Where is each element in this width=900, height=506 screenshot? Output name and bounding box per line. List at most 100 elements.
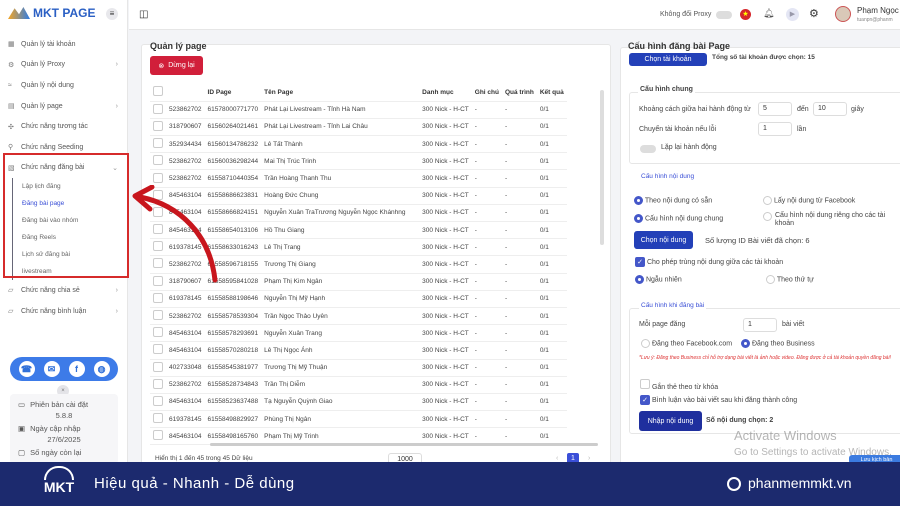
radio-existing-content[interactable]	[634, 196, 643, 205]
radio-facebook-content[interactable]	[763, 196, 772, 205]
radio-random[interactable]	[635, 275, 644, 284]
radio-common-content[interactable]	[634, 214, 643, 223]
table-row[interactable]: 318790607 61560264021461 Phát Lại Livestre…	[150, 118, 567, 137]
row-checkbox[interactable]	[153, 378, 163, 389]
delay-from-input[interactable]: 5	[758, 102, 792, 116]
column-header[interactable]: Kết quả	[536, 84, 567, 102]
table-row[interactable]: 845463104 61558570280218 Lê Thị Ngọc Ánh 30…	[150, 341, 567, 360]
table-cell: 0/1	[536, 359, 567, 377]
table-vscrollbar[interactable]	[600, 90, 604, 245]
row-checkbox[interactable]	[153, 292, 163, 303]
switch-account-label: Chuyển tài khoản nếu lỗi	[639, 126, 717, 133]
row-checkbox[interactable]	[153, 430, 163, 441]
sidebar-item[interactable]: ▤ Quản lý page ›	[0, 96, 128, 117]
comment-checkbox[interactable]: ✓	[640, 395, 650, 405]
choose-content-button[interactable]: Chọn nội dung	[634, 231, 693, 249]
stop-button[interactable]: ⊗ Dừng lại	[150, 56, 203, 75]
row-checkbox[interactable]	[153, 120, 163, 131]
row-checkbox[interactable]	[153, 327, 163, 338]
sidebar-item[interactable]: ▦ Quản lý tài khoản	[0, 34, 128, 55]
row-checkbox[interactable]	[153, 138, 163, 149]
banner-website[interactable]: phanmemmkt.vn	[748, 475, 851, 491]
row-checkbox[interactable]	[153, 103, 163, 114]
radio-via-facebook[interactable]	[641, 339, 650, 348]
vn-flag-icon[interactable]: ★	[740, 9, 751, 20]
support-icon[interactable]: ☎	[18, 361, 35, 377]
table-cell: 300 Nick - H-CT	[419, 410, 472, 429]
table-cell: -	[501, 273, 537, 291]
delay-to-input[interactable]: 10	[813, 102, 847, 116]
facebook-icon[interactable]: f	[68, 361, 85, 377]
sidebar-item[interactable]: ✣ Chức năng tương tác	[0, 116, 128, 137]
messenger-icon[interactable]: ✉	[43, 361, 60, 377]
column-header[interactable]: Danh mục	[419, 84, 472, 102]
table-cell: Tạ Nguyễn Quỳnh Giao	[261, 393, 420, 412]
table-row[interactable]: 845463104 61558523637488 Tạ Nguyễn Quỳnh G…	[150, 393, 567, 412]
play-icon[interactable]: ▶	[786, 8, 799, 21]
comment-label: Bình luận vào bài viết sau khi đăng thàn…	[651, 397, 798, 404]
radio-ordered[interactable]	[766, 275, 775, 284]
gear-icon[interactable]: ⚙	[809, 7, 819, 20]
row-checkbox[interactable]	[153, 310, 163, 321]
chevron-icon: ›	[115, 307, 118, 315]
table-cell: 61560036298244	[204, 152, 262, 171]
bell-icon[interactable]: 🔔︎	[763, 8, 774, 19]
globe-icon[interactable]: ◍	[93, 361, 110, 377]
row-checkbox[interactable]	[153, 413, 163, 424]
allow-dup-checkbox[interactable]: ✓	[635, 257, 645, 267]
table-row[interactable]: 352934434 61560134786232 Lê Tất Thành 300 N…	[150, 135, 567, 154]
column-header[interactable]	[166, 84, 205, 102]
row-checkbox[interactable]	[153, 172, 163, 183]
table-cell: 0/1	[536, 307, 567, 326]
table-row[interactable]: 523862702 61578000771770 Phát Lại Livestre…	[150, 101, 567, 119]
sidebar-item[interactable]: ▱ Chức năng chia sẻ ›	[0, 280, 128, 301]
table-hscrollbar[interactable]	[210, 443, 598, 446]
select-all-cell	[150, 84, 166, 102]
repeat-toggle[interactable]	[640, 145, 656, 153]
column-header[interactable]: Tên Page	[261, 84, 420, 102]
next-page-button[interactable]: ›	[588, 455, 590, 462]
table-cell: -	[471, 324, 502, 343]
table-row[interactable]: 523862702 61558528734843 Trần Thị Diễm 300 …	[150, 376, 567, 394]
layout-icon[interactable]: ◫	[139, 9, 148, 20]
select-all-checkbox[interactable]	[153, 86, 163, 97]
menu-toggle-icon[interactable]: ≡	[106, 8, 118, 20]
avatar[interactable]	[835, 6, 851, 22]
table-row[interactable]: 619378145 61558498829927 Phùng Thị Ngân 300…	[150, 410, 567, 429]
column-header[interactable]: Ghi chú	[471, 84, 502, 102]
import-content-button[interactable]: Nhập nội dung	[639, 411, 702, 431]
row-checkbox[interactable]	[153, 155, 163, 166]
choose-account-button[interactable]: Chọn tài khoản	[629, 53, 707, 66]
table-cell: Trần Thị Diễm	[261, 376, 420, 394]
sidebar-item[interactable]: ▱ Chức năng bình luận ›	[0, 301, 128, 322]
switch-account-input[interactable]: 1	[758, 122, 792, 136]
version-icon: ▭	[18, 400, 26, 409]
table-cell: -	[471, 341, 502, 360]
table-row[interactable]: 523862702 61560036298244 Mai Thị Trúc Trin…	[150, 152, 567, 171]
opt-existing-label: Theo nội dung có sẵn	[644, 197, 713, 205]
table-row[interactable]: 402733048 61558545381977 Trương Thị Mỹ Thu…	[150, 359, 567, 377]
column-header[interactable]: Quá trình	[501, 84, 537, 102]
import-content-label: Nhập nội dung	[647, 417, 694, 425]
radio-per-account-content[interactable]	[763, 212, 772, 221]
radio-via-business[interactable]	[741, 339, 750, 348]
row-checkbox[interactable]	[153, 395, 163, 406]
table-cell: 300 Nick - H-CT	[419, 307, 472, 326]
table-cell: 0/1	[536, 238, 567, 257]
sidebar-item-label: Chức năng chia sẻ	[21, 286, 80, 294]
table-row[interactable]: 523862702 61558578539304 Trần Ngọc Thảo Uy…	[150, 307, 567, 326]
row-checkbox[interactable]	[153, 361, 163, 372]
per-page-input[interactable]: 1	[743, 318, 777, 332]
table-cell: Trương Thị Mỹ Thuận	[261, 359, 420, 377]
table-cell: 61558578293691	[204, 324, 262, 343]
sidebar-item[interactable]: ⚙ Quản lý Proxy ›	[0, 55, 128, 76]
column-header[interactable]: ID Page	[204, 84, 262, 102]
prev-page-button[interactable]: ‹	[556, 455, 558, 462]
proxy-toggle[interactable]	[716, 11, 732, 19]
table-cell: 0/1	[536, 341, 567, 360]
table-row[interactable]: 619378145 61558588198646 Nguyễn Thị Mỹ Hạn…	[150, 290, 567, 308]
tag-keyword-checkbox[interactable]	[640, 379, 650, 389]
table-row[interactable]: 845463104 61558578293691 Nguyễn Xuân Trang…	[150, 324, 567, 343]
row-checkbox[interactable]	[153, 344, 163, 355]
sidebar-item[interactable]: ≈ Quản lý nội dung	[0, 75, 128, 96]
